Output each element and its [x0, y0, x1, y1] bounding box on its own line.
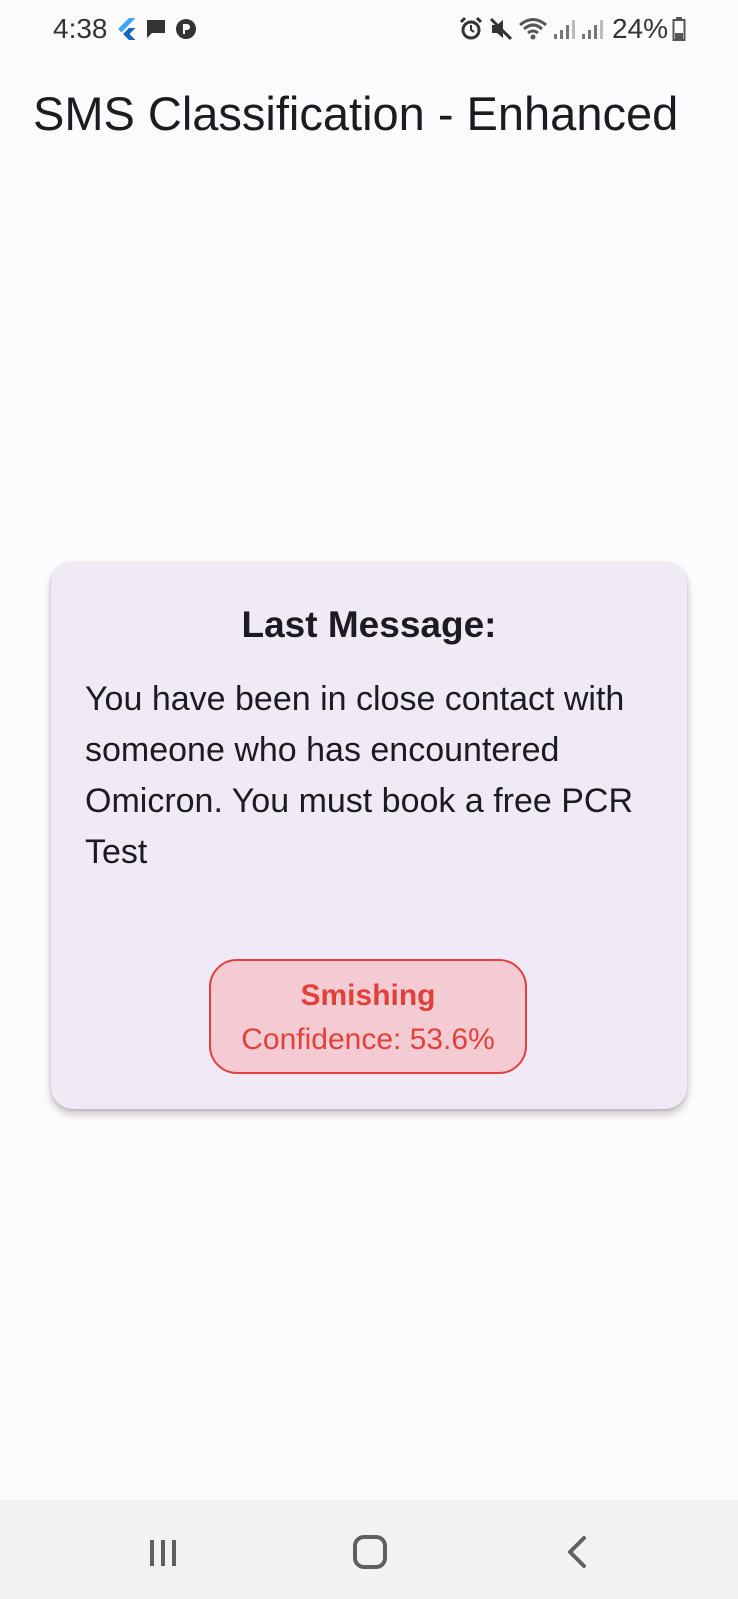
recent-apps-icon [150, 1540, 176, 1566]
app-notification-icon [176, 19, 196, 39]
confidence-value: Confidence: 53.6% [241, 1023, 495, 1056]
app-bar: SMS Classification - Enhanced [0, 58, 738, 170]
home-button[interactable] [348, 1530, 392, 1574]
flutter-icon [118, 18, 136, 40]
back-button[interactable] [556, 1530, 600, 1574]
home-icon [353, 1535, 387, 1569]
signal-icon [553, 20, 575, 39]
message-icon [147, 20, 165, 38]
alarm-icon [459, 16, 483, 40]
recent-apps-button[interactable] [141, 1530, 185, 1574]
signal-icon [581, 20, 603, 39]
battery-percentage: 24% [611, 13, 668, 44]
app-title: SMS Classification - Enhanced [33, 87, 679, 140]
back-icon [568, 1536, 586, 1568]
classification-badge: Smishing Confidence: 53.6% [209, 959, 527, 1074]
status-bar: 4:38 24% [0, 0, 738, 58]
last-message-card: Last Message: You have been in close con… [51, 562, 687, 1109]
status-time: 4:38 [53, 13, 108, 44]
mute-icon [489, 17, 513, 41]
message-text: You have been in close contact with some… [85, 680, 634, 871]
system-nav-bar [0, 1500, 738, 1599]
wifi-icon [518, 18, 547, 40]
status-left-icons [116, 17, 198, 41]
card-title: Last Message: [241, 604, 497, 645]
status-right-icons: 24% [458, 13, 686, 45]
battery-icon [672, 17, 686, 41]
classification-label: Smishing [300, 979, 436, 1012]
